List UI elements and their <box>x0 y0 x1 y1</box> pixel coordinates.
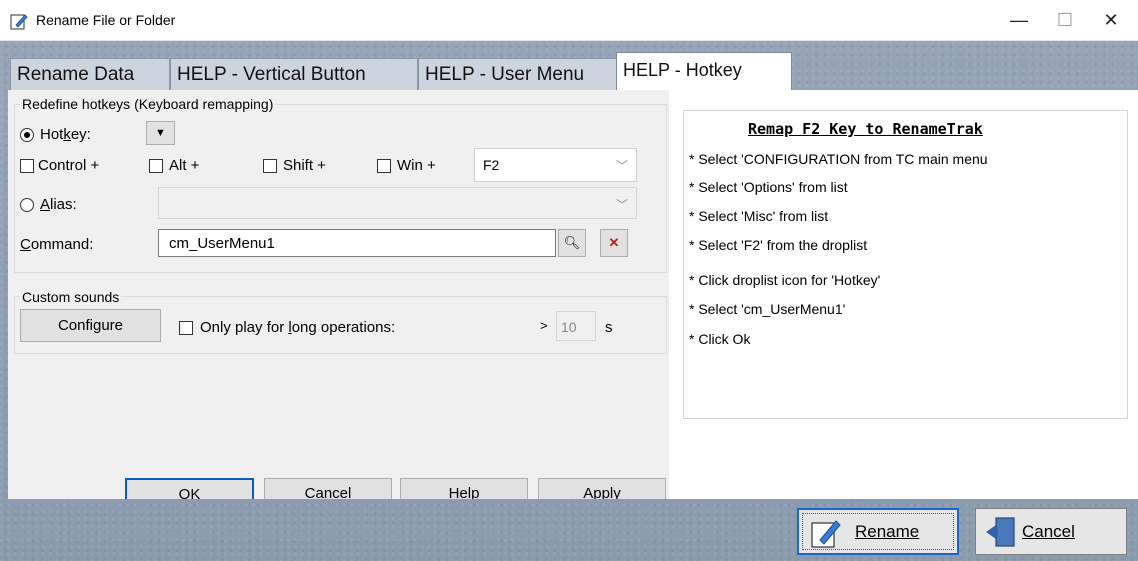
tab-label: HELP - User Menu <box>425 64 585 85</box>
seconds-input[interactable]: 10 <box>556 311 596 341</box>
hotkey-radio[interactable] <box>20 128 34 142</box>
help-line: * Select 'Misc' from list <box>689 208 829 224</box>
minimize-button[interactable]: — <box>996 0 1042 41</box>
configure-button[interactable]: Configure <box>20 309 161 342</box>
chevron-down-icon: ﹀ <box>615 198 628 212</box>
command-search-button[interactable]: 🔍︎ <box>558 229 586 257</box>
help-line: * Click Ok <box>689 331 751 347</box>
help-title: Remap F2 Key to RenameTrak <box>748 120 983 138</box>
control-label: Control + <box>38 157 100 174</box>
rename-button[interactable]: Rename <box>797 508 959 555</box>
help-button[interactable]: Help <box>400 478 528 499</box>
key-select[interactable]: F2 ﹀ <box>474 148 637 182</box>
search-icon: 🔍︎ <box>563 235 581 250</box>
alias-label: Alias: <box>40 196 77 213</box>
window-title: Rename File or Folder <box>36 12 176 28</box>
command-clear-button[interactable]: ✕ <box>600 229 628 257</box>
rename-pencil-icon <box>811 520 841 548</box>
alias-radio[interactable] <box>20 198 34 212</box>
help-line: * Select 'cm_UserMenu1' <box>689 301 846 317</box>
command-input[interactable]: cm_UserMenu1 <box>158 229 556 257</box>
close-icon: ✕ <box>1103 10 1119 30</box>
exit-door-icon <box>986 517 1015 547</box>
close-button[interactable]: ✕ <box>1088 0 1134 41</box>
triangle-down-icon: ▼ <box>155 127 166 139</box>
hotkey-group-title: Redefine hotkeys (Keyboard remapping) <box>20 96 276 112</box>
win-label: Win + <box>397 157 436 174</box>
alt-label: Alt + <box>169 157 200 174</box>
maximize-button[interactable]: ☐ <box>1042 0 1088 41</box>
tab-help-user-menu[interactable]: HELP - User Menu <box>418 58 618 90</box>
rename-pencil-icon <box>10 14 28 30</box>
cancel-dialog-button[interactable]: Cancel <box>264 478 392 499</box>
tab-label: Rename Data <box>17 64 135 85</box>
control-checkbox[interactable] <box>20 159 34 173</box>
shift-label: Shift + <box>283 157 326 174</box>
help-line: * Click droplist icon for 'Hotkey' <box>689 272 881 288</box>
long-ops-label: Only play for long operations: <box>200 319 396 336</box>
tab-help-hotkey[interactable]: HELP - Hotkey <box>616 52 792 92</box>
ok-button[interactable]: OK <box>125 478 254 499</box>
help-line: * Select 'CONFIGURATION from TC main men… <box>689 151 988 167</box>
chevron-down-icon: ﹀ <box>615 159 628 173</box>
win-checkbox[interactable] <box>377 159 391 173</box>
tab-label: HELP - Hotkey <box>623 60 742 80</box>
key-select-value: F2 <box>483 157 500 173</box>
sounds-group-title: Custom sounds <box>20 289 122 305</box>
shift-checkbox[interactable] <box>263 159 277 173</box>
tab-label: HELP - Vertical Button <box>177 64 366 85</box>
tab-rename-data[interactable]: Rename Data <box>10 58 170 90</box>
command-label: Command: <box>20 236 94 253</box>
seconds-unit: s <box>605 319 613 336</box>
close-icon: ✕ <box>608 235 620 250</box>
maximize-icon: ☐ <box>1056 10 1074 30</box>
alias-select[interactable]: ﹀ <box>158 187 637 219</box>
cancel-label: Cancel <box>1022 521 1075 541</box>
long-ops-checkbox[interactable] <box>179 321 193 335</box>
tab-help-vertical-button[interactable]: HELP - Vertical Button <box>170 58 418 90</box>
hotkey-dropdown-button[interactable]: ▼ <box>146 121 175 145</box>
help-line: * Select 'Options' from list <box>689 179 848 195</box>
title-bar: Rename File or Folder — ☐ ✕ <box>0 0 1138 41</box>
alt-checkbox[interactable] <box>149 159 163 173</box>
apply-button[interactable]: Apply <box>538 478 666 499</box>
dialog-buttons-row: OK Cancel Help Apply <box>8 478 669 499</box>
hotkey-label: Hotkey: <box>40 126 91 143</box>
gt-sign: > <box>540 318 548 333</box>
help-line: * Select 'F2' from the droplist <box>689 237 868 253</box>
minimize-icon: — <box>1010 10 1028 30</box>
cancel-button[interactable]: Cancel <box>975 508 1127 555</box>
rename-label: Rename <box>855 521 920 541</box>
